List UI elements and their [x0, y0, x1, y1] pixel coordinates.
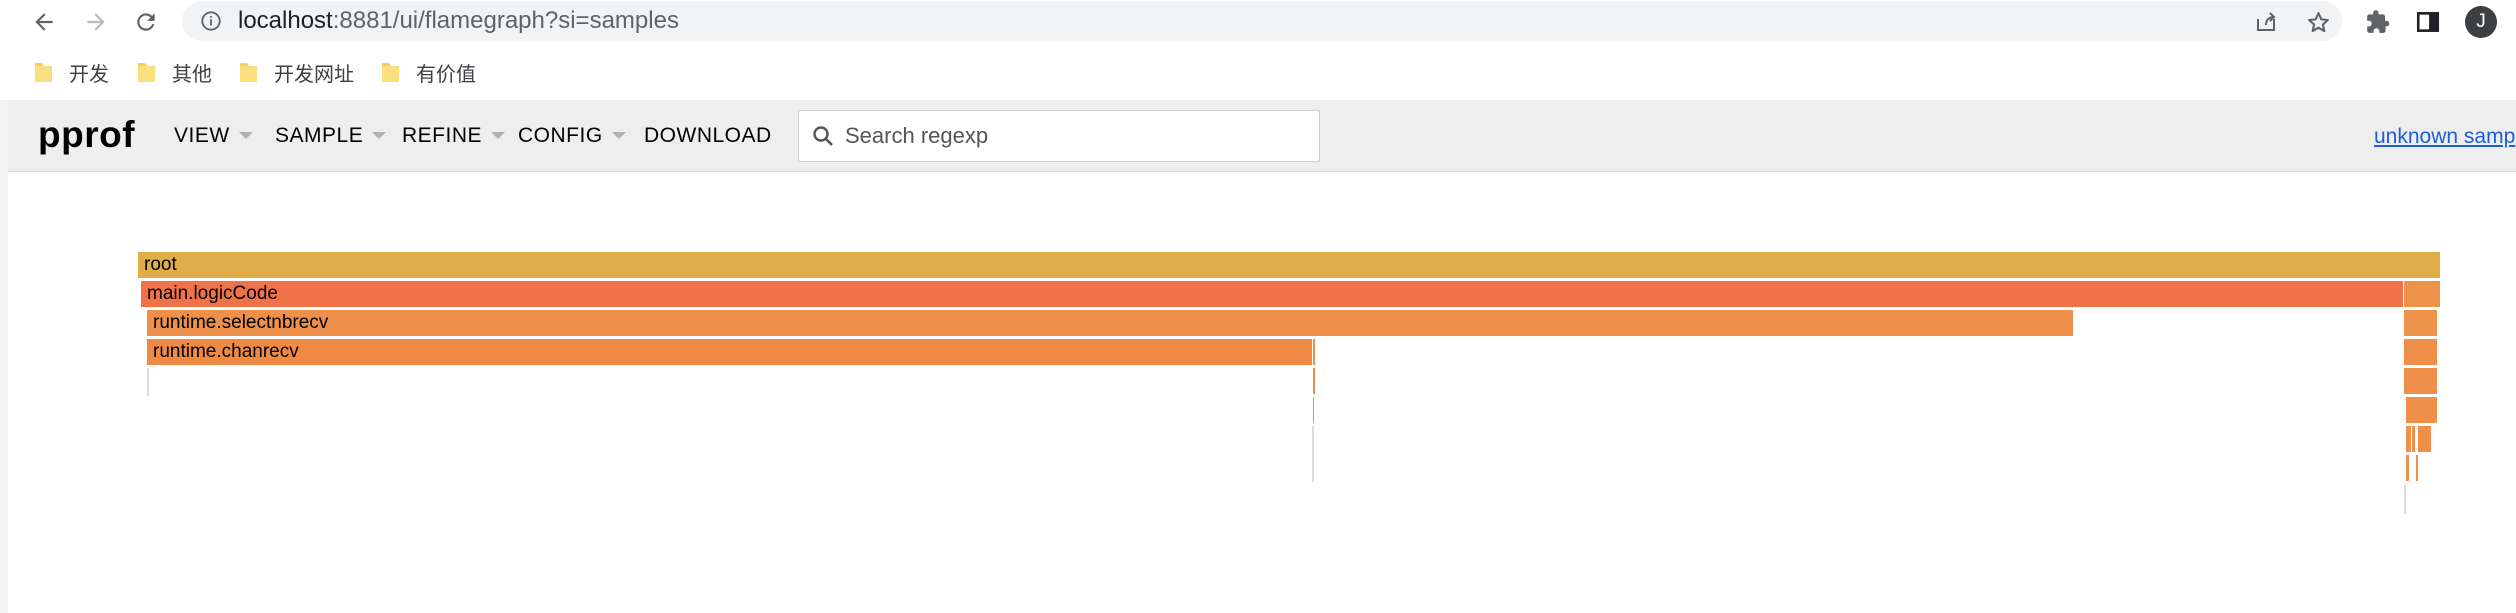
flame-frame-runtime-selectnbrecv[interactable]: runtime.selectnbrecv — [147, 310, 2074, 336]
frame-label — [2406, 457, 2409, 478]
flame-frame[interactable] — [1313, 397, 1315, 423]
frame-label: runtime.selectnbrecv — [153, 312, 329, 333]
flame-frame-root[interactable]: root — [138, 252, 2441, 278]
flame-frame[interactable] — [2412, 426, 2416, 452]
frame-label — [2404, 341, 2410, 362]
frame-label — [2404, 370, 2410, 391]
flame-frame[interactable] — [2404, 310, 2438, 336]
flame-frame[interactable] — [2406, 397, 2438, 423]
frame-label — [2418, 428, 2424, 449]
flamegraph: root main.logicCode runtime.selectnbrecv… — [0, 0, 2516, 613]
flame-frame[interactable] — [2406, 455, 2410, 481]
frame-label — [2406, 399, 2412, 420]
flame-frame[interactable] — [2416, 455, 2419, 481]
flame-frame[interactable] — [2418, 426, 2432, 452]
frame-label: main.logicCode — [147, 283, 278, 304]
flame-frame[interactable] — [2404, 368, 2438, 394]
flame-frame[interactable] — [2404, 281, 2441, 307]
flame-frame-main-logiccode[interactable]: main.logicCode — [141, 281, 2404, 307]
flame-frame[interactable] — [1313, 339, 1316, 365]
flame-frame[interactable] — [2404, 339, 2438, 365]
flame-frame[interactable] — [1313, 368, 1316, 394]
frame-label: runtime.chanrecv — [153, 341, 299, 362]
frame-label: root — [144, 254, 177, 275]
frame-label — [2416, 457, 2418, 478]
frame-label — [1313, 370, 1315, 391]
flame-sliver — [1312, 426, 1314, 482]
flame-sliver — [147, 368, 149, 396]
frame-label — [1313, 399, 1314, 420]
flame-frame-runtime-chanrecv[interactable]: runtime.chanrecv — [147, 339, 1313, 365]
frame-label — [1313, 341, 1315, 362]
frame-label — [2404, 283, 2410, 304]
frame-label — [2404, 312, 2410, 333]
frame-label — [2412, 428, 2415, 449]
flame-sliver — [2404, 484, 2406, 514]
